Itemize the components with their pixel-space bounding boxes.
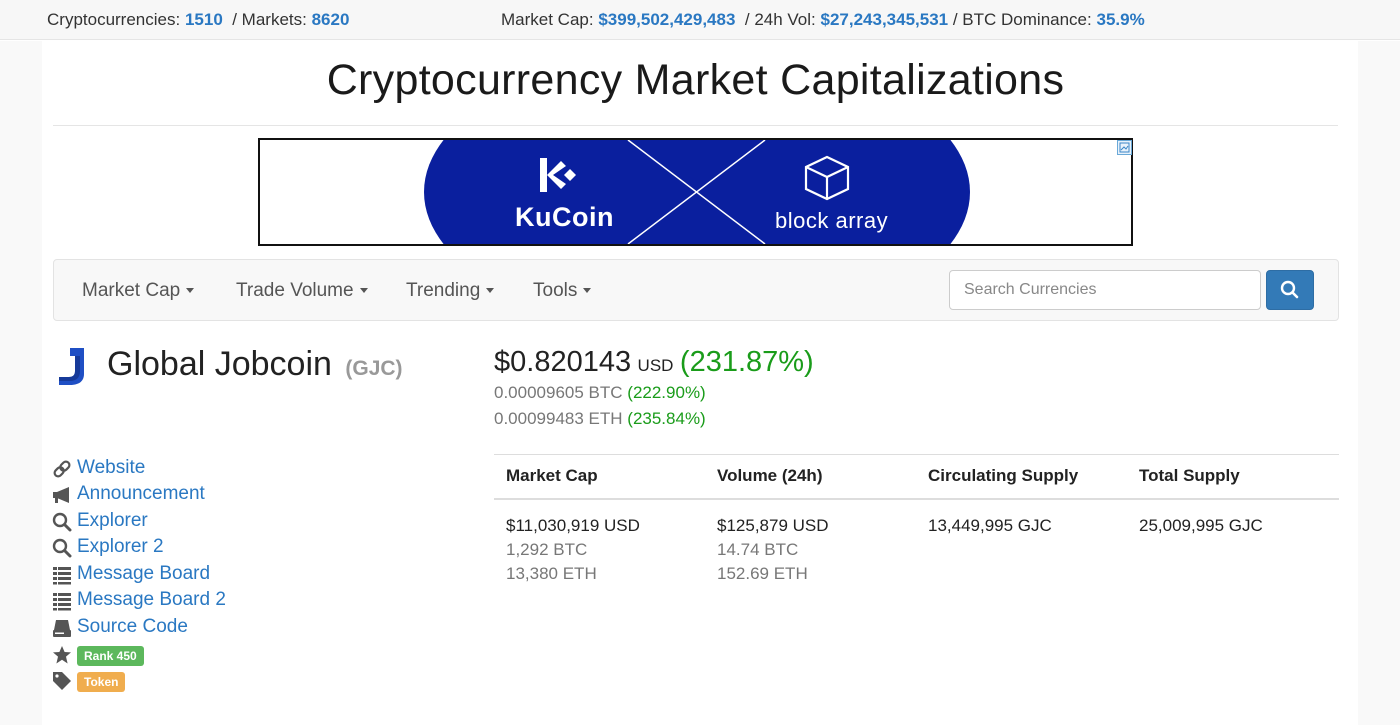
global-stats-bar: Cryptocurrencies: 1510 / Markets: 8620 M… [0,0,1400,40]
nav-market-cap-dropdown[interactable]: Market Cap [82,280,195,302]
coin-stats-table: Market Cap Volume (24h) Circulating Supp… [494,454,1339,586]
volume-btc: 14.74 BTC [717,539,799,559]
total-market-cap-link[interactable]: $399,502,429,483 [598,10,735,29]
link-label[interactable]: Message Board 2 [77,589,226,611]
list-icon [53,567,71,585]
market-cap-eth: 13,380 ETH [506,563,597,583]
coin-symbol: (GJC) [345,357,403,380]
price-eth-change: (235.84%) [627,409,706,428]
volume-eth: 152.69 ETH [717,563,808,583]
bullhorn-icon [53,487,69,503]
ad-choices-icon[interactable] [1117,140,1132,155]
page-title: Cryptocurrency Market Capitalizations [326,56,1065,104]
search-icon [52,538,72,558]
header-total-supply: Total Supply [1127,454,1339,500]
nav-trade-volume-dropdown[interactable]: Trade Volume [236,280,368,302]
token-badge: Token [77,672,126,692]
nav-item-label: Trade Volume [236,280,354,301]
volume-label: / 24h Vol: [744,10,816,29]
banner-graphic [424,140,970,244]
market-cap-label: Market Cap: [501,10,594,29]
hdd-icon [53,620,71,637]
caret-down-icon [359,288,368,294]
price-eth-value: 0.00099483 ETH [494,409,623,428]
main-navbar: Market Cap Trade Volume Trending Tools [53,259,1339,321]
total-supply-cell: 25,009,995 GJC [1127,499,1339,586]
btc-dominance-link[interactable]: 35.9% [1096,10,1144,29]
price-currency: USD [637,356,674,375]
table-header-row: Market Cap Volume (24h) Circulating Supp… [494,454,1339,500]
search-icon [1280,280,1299,299]
global-stats-left: Cryptocurrencies: 1510 / Markets: 8620 [47,10,349,30]
coin-name: Global Jobcoin [107,345,332,383]
search-button[interactable] [1266,270,1314,310]
star-icon [53,646,71,664]
circulating-supply-value: 13,449,995 GJC [928,515,1052,535]
cryptocurrencies-count-link[interactable]: 1510 [185,10,223,29]
nav-item-label: Market Cap [82,280,181,301]
market-cap-usd: $11,030,919 USD [506,515,640,535]
search-icon [52,512,72,532]
link-icon [53,460,71,478]
coin-title: Global Jobcoin (GJC) [107,345,403,384]
price-btc-change: (222.90%) [627,383,706,402]
caret-down-icon [186,288,195,294]
title-divider [53,125,1338,126]
header-volume: Volume (24h) [705,454,916,500]
btc-dominance-label: / BTC Dominance: [952,10,1092,29]
rank-badge: Rank 450 [77,646,144,666]
nav-trending-dropdown[interactable]: Trending [406,280,495,302]
price-usd-value: $0.820143 [494,346,632,378]
price-eth: 0.00099483 ETH (235.84%) [494,409,706,429]
global-stats-right: Market Cap: $399,502,429,483 / 24h Vol: … [501,10,1145,30]
banner-kucoin-text: KuCoin [515,202,614,232]
price-change-percent: (231.87%) [679,346,814,378]
volume-cell: $125,879 USD 14.74 BTC 152.69 ETH [705,499,916,586]
link-label[interactable]: Source Code [77,616,188,638]
nav-item-label: Trending [406,280,481,301]
caret-down-icon [486,288,495,294]
markets-label: / Markets: [232,10,307,29]
global-jobcoin-logo [59,348,84,385]
header-circulating-supply: Circulating Supply [916,454,1127,500]
advertisement-banner[interactable]: KuCoin block array [258,138,1133,246]
search-currencies-input[interactable] [949,270,1261,310]
nav-tools-dropdown[interactable]: Tools [533,280,592,302]
link-label[interactable]: Announcement [77,483,205,505]
nav-item-label: Tools [533,280,578,301]
total-volume-link[interactable]: $27,243,345,531 [821,10,949,29]
tag-icon [53,672,71,690]
volume-usd: $125,879 USD [717,515,829,535]
market-cap-btc: 1,292 BTC [506,539,588,559]
banner-blockarray-text: block array [775,208,889,233]
price-btc-value: 0.00009605 BTC [494,383,623,402]
price-usd: $0.820143 USD (231.87%) [494,346,814,379]
link-label[interactable]: Explorer [77,510,148,532]
link-label[interactable]: Message Board [77,563,210,585]
list-icon [53,593,71,611]
cryptocurrencies-label: Cryptocurrencies: [47,10,181,29]
header-market-cap: Market Cap [494,454,705,500]
link-label[interactable]: Website [77,457,145,479]
price-btc: 0.00009605 BTC (222.90%) [494,383,706,403]
markets-count-link[interactable]: 8620 [312,10,350,29]
link-label[interactable]: Explorer 2 [77,536,164,558]
circulating-supply-cell: 13,449,995 GJC [916,499,1127,586]
table-row: $11,030,919 USD 1,292 BTC 13,380 ETH $12… [494,499,1339,586]
page-gutter-left [0,41,42,725]
total-supply-value: 25,009,995 GJC [1139,515,1263,535]
page-gutter-right [1358,41,1400,725]
market-cap-cell: $11,030,919 USD 1,292 BTC 13,380 ETH [494,499,705,586]
caret-down-icon [583,288,592,294]
